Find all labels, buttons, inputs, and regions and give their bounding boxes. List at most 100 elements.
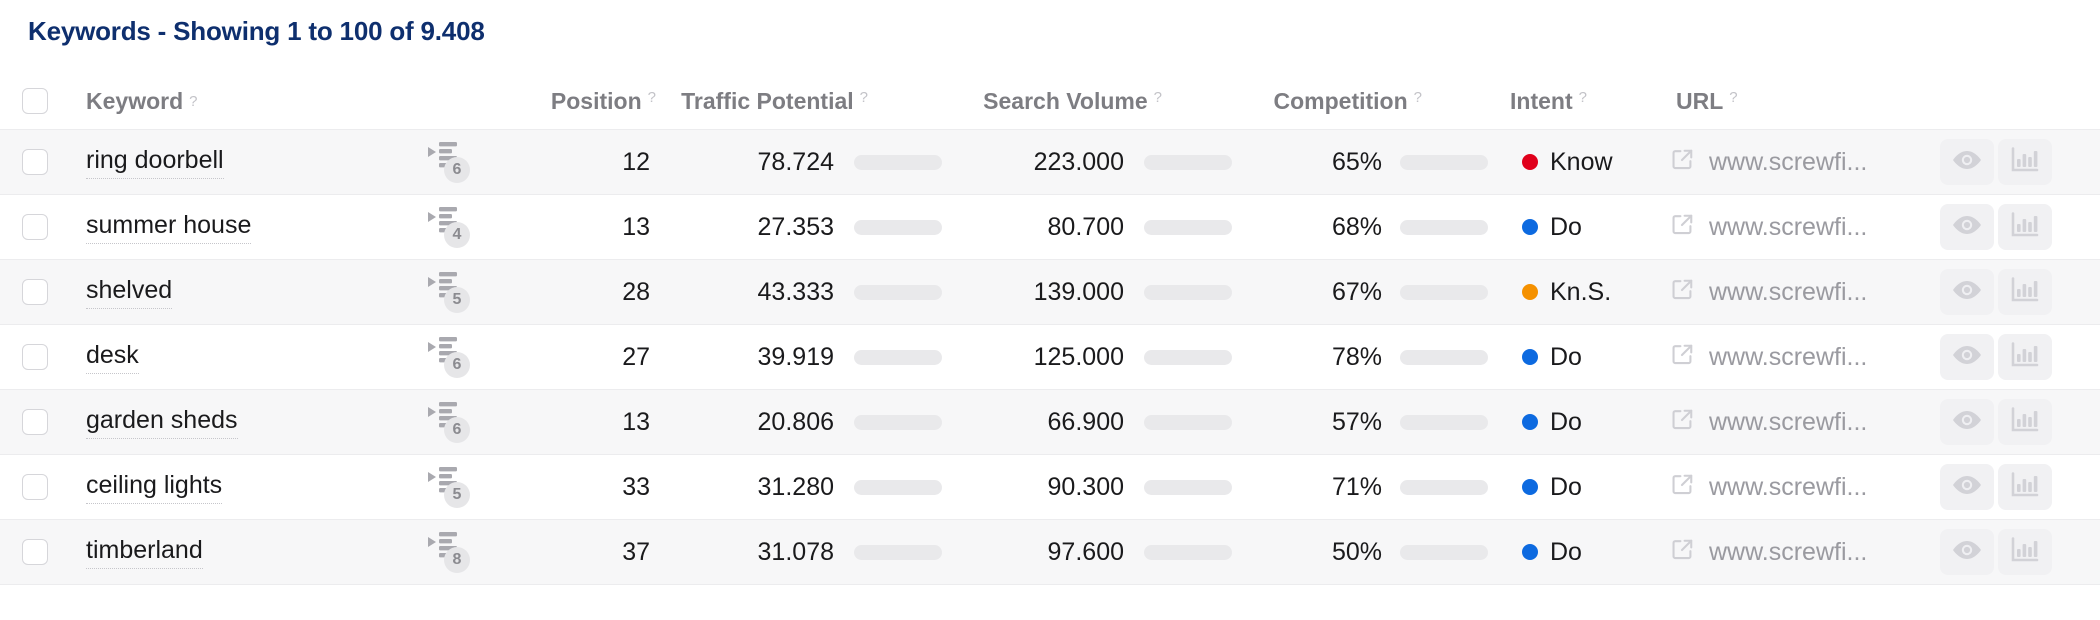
row-actions-cell xyxy=(1940,399,2100,445)
column-header-intent[interactable]: Intent? xyxy=(1510,88,1660,115)
preview-serp-button[interactable] xyxy=(1940,139,1994,185)
column-header-keyword[interactable]: Keyword? xyxy=(70,88,540,115)
help-icon-position[interactable]: ? xyxy=(648,89,656,106)
competition-bar xyxy=(1400,284,1488,300)
serp-features-icon[interactable]: 8 xyxy=(428,531,474,573)
external-link-icon[interactable] xyxy=(1670,342,1695,372)
competition-cell: 71% xyxy=(1250,473,1510,502)
external-link-icon[interactable] xyxy=(1670,212,1695,242)
keyword-metrics-button[interactable] xyxy=(1998,464,2052,510)
table-row[interactable]: timberland 8 37 31.078 97.600 50% Do www… xyxy=(0,520,2100,585)
table-row[interactable]: ceiling lights 5 33 31.280 90.300 71% Do… xyxy=(0,455,2100,520)
column-header-traffic-potential[interactable]: Traffic Potential? xyxy=(660,88,960,115)
url-link[interactable]: www.screwfi... xyxy=(1709,473,1867,502)
search-volume-value: 125.000 xyxy=(1033,342,1124,371)
row-checkbox[interactable] xyxy=(22,539,48,565)
traffic-potential-cell: 43.333 xyxy=(660,278,960,307)
position-cell: 12 xyxy=(540,148,660,177)
external-link-icon[interactable] xyxy=(1670,277,1695,307)
traffic-potential-bar xyxy=(854,544,942,560)
column-header-position[interactable]: Position? xyxy=(540,88,660,115)
row-checkbox[interactable] xyxy=(22,279,48,305)
table-row[interactable]: summer house 4 13 27.353 80.700 68% Do w… xyxy=(0,195,2100,260)
intent-label: Do xyxy=(1550,212,1582,241)
serp-features-icon[interactable]: 4 xyxy=(428,206,474,248)
row-checkbox[interactable] xyxy=(22,149,48,175)
keyword-metrics-button[interactable] xyxy=(1998,334,2052,380)
keyword-cell: ceiling lights 5 xyxy=(70,467,540,508)
preview-serp-button[interactable] xyxy=(1940,399,1994,445)
column-header-position-label: Position xyxy=(550,87,642,114)
keyword-link[interactable]: garden sheds xyxy=(86,406,238,439)
url-link[interactable]: www.screwfi... xyxy=(1709,148,1867,177)
row-checkbox[interactable] xyxy=(22,474,48,500)
select-all-checkbox[interactable] xyxy=(22,88,48,114)
row-checkbox[interactable] xyxy=(22,409,48,435)
keyword-link[interactable]: ring doorbell xyxy=(86,146,224,179)
serp-features-icon[interactable]: 6 xyxy=(428,141,474,183)
traffic-potential-bar xyxy=(854,154,942,170)
help-icon-url[interactable]: ? xyxy=(1729,89,1737,106)
serp-features-count: 6 xyxy=(444,157,470,183)
serp-features-icon[interactable]: 5 xyxy=(428,466,474,508)
serp-features-icon[interactable]: 5 xyxy=(428,271,474,313)
help-icon-search-volume[interactable]: ? xyxy=(1154,89,1162,106)
search-volume-value: 80.700 xyxy=(1047,212,1124,241)
keyword-link[interactable]: summer house xyxy=(86,211,252,244)
preview-serp-button[interactable] xyxy=(1940,334,1994,380)
traffic-potential-bar xyxy=(854,414,942,430)
url-link[interactable]: www.screwfi... xyxy=(1709,278,1867,307)
keyword-metrics-button[interactable] xyxy=(1998,139,2052,185)
serp-features-icon[interactable]: 6 xyxy=(428,401,474,443)
position-cell: 28 xyxy=(540,278,660,307)
help-icon-traffic-potential[interactable]: ? xyxy=(860,89,868,106)
position-cell: 33 xyxy=(540,473,660,502)
table-row[interactable]: desk 6 27 39.919 125.000 78% Do www.scre… xyxy=(0,325,2100,390)
external-link-icon[interactable] xyxy=(1670,147,1695,177)
keyword-link[interactable]: ceiling lights xyxy=(86,471,223,504)
keyword-metrics-button[interactable] xyxy=(1998,204,2052,250)
bar-chart-icon xyxy=(2011,406,2039,438)
search-volume-bar xyxy=(1144,154,1232,170)
url-link[interactable]: www.screwfi... xyxy=(1709,538,1867,567)
keyword-link[interactable]: desk xyxy=(86,341,139,374)
keyword-link[interactable]: shelved xyxy=(86,276,173,309)
table-header-row: Keyword? Position? Traffic Potential? Se… xyxy=(0,73,2100,130)
table-row[interactable]: shelved 5 28 43.333 139.000 67% Kn.S. ww… xyxy=(0,260,2100,325)
row-checkbox[interactable] xyxy=(22,214,48,240)
external-link-icon[interactable] xyxy=(1670,537,1695,567)
eye-icon xyxy=(1952,539,1982,566)
url-link[interactable]: www.screwfi... xyxy=(1709,213,1867,242)
column-header-url[interactable]: URL? xyxy=(1660,88,1940,115)
row-checkbox[interactable] xyxy=(22,344,48,370)
keyword-metrics-button[interactable] xyxy=(1998,269,2052,315)
column-header-competition[interactable]: Competition? xyxy=(1250,88,1510,115)
preview-serp-button[interactable] xyxy=(1940,269,1994,315)
search-volume-value: 97.600 xyxy=(1047,537,1124,566)
search-volume-cell: 223.000 xyxy=(960,148,1250,177)
row-select-cell xyxy=(0,539,70,565)
preview-serp-button[interactable] xyxy=(1940,529,1994,575)
help-icon-keyword[interactable]: ? xyxy=(189,93,197,110)
keyword-metrics-button[interactable] xyxy=(1998,399,2052,445)
help-icon-intent[interactable]: ? xyxy=(1579,89,1587,106)
external-link-icon[interactable] xyxy=(1670,407,1695,437)
row-select-cell xyxy=(0,474,70,500)
keyword-metrics-button[interactable] xyxy=(1998,529,2052,575)
intent-label: Kn.S. xyxy=(1550,277,1612,306)
table-row[interactable]: garden sheds 6 13 20.806 66.900 57% Do w… xyxy=(0,390,2100,455)
url-link[interactable]: www.screwfi... xyxy=(1709,408,1867,437)
keyword-link[interactable]: timberland xyxy=(86,536,203,569)
external-link-icon[interactable] xyxy=(1670,472,1695,502)
preview-serp-button[interactable] xyxy=(1940,204,1994,250)
url-link[interactable]: www.screwfi... xyxy=(1709,343,1867,372)
traffic-potential-value: 31.078 xyxy=(757,537,834,566)
preview-serp-button[interactable] xyxy=(1940,464,1994,510)
table-row[interactable]: ring doorbell 6 12 78.724 223.000 65% Kn… xyxy=(0,130,2100,195)
row-actions-cell xyxy=(1940,139,2100,185)
help-icon-competition[interactable]: ? xyxy=(1414,89,1422,106)
serp-features-icon[interactable]: 6 xyxy=(428,336,474,378)
column-header-search-volume[interactable]: Search Volume? xyxy=(960,88,1250,115)
url-cell: www.screwfi... xyxy=(1660,212,1940,242)
intent-cell: Do xyxy=(1510,538,1660,567)
